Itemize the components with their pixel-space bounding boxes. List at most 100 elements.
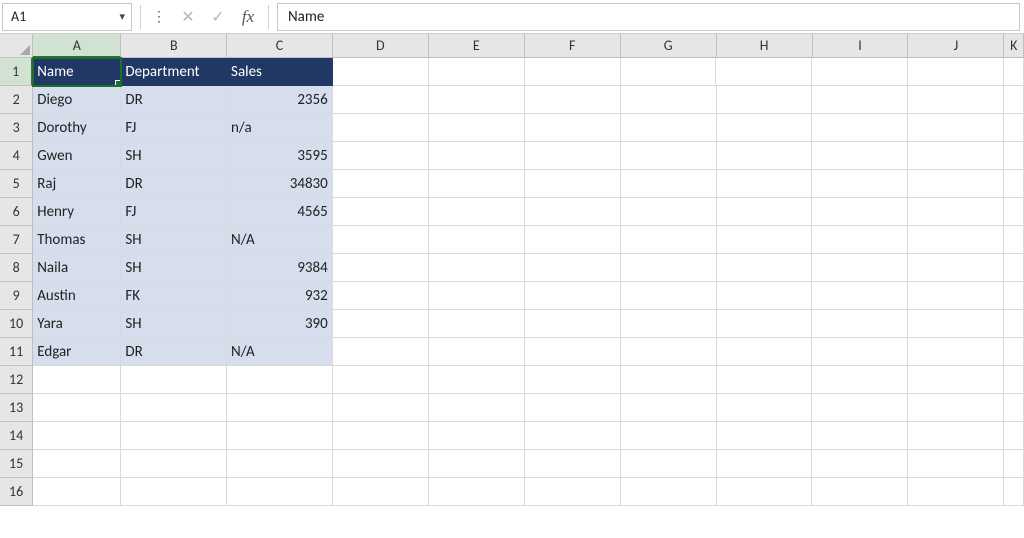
cell-J9[interactable]	[908, 282, 1004, 310]
cell-B10[interactable]: SH	[121, 310, 227, 338]
column-header-C[interactable]: C	[227, 34, 333, 58]
column-header-J[interactable]: J	[908, 34, 1004, 58]
cell-D16[interactable]	[333, 478, 429, 506]
cell-D11[interactable]	[333, 338, 429, 366]
cell-B11[interactable]: DR	[121, 338, 227, 366]
cell-B14[interactable]	[121, 422, 227, 450]
cell-B4[interactable]: SH	[121, 142, 227, 170]
cell-E16[interactable]	[429, 478, 525, 506]
cell-B7[interactable]: SH	[121, 226, 227, 254]
cell-F5[interactable]	[525, 170, 621, 198]
cell-F15[interactable]	[525, 450, 621, 478]
cell-F1[interactable]	[525, 58, 621, 86]
cell-D14[interactable]	[333, 422, 429, 450]
cell-G5[interactable]	[621, 170, 717, 198]
row-header-9[interactable]: 9	[0, 282, 33, 310]
cell-I13[interactable]	[812, 394, 908, 422]
cell-I7[interactable]	[812, 226, 908, 254]
column-header-F[interactable]: F	[525, 34, 621, 58]
cell-K11[interactable]	[1004, 338, 1024, 366]
cell-E5[interactable]	[429, 170, 525, 198]
name-box[interactable]: A1 ▾	[2, 3, 132, 31]
cell-C10[interactable]: 390	[227, 310, 333, 338]
cell-G2[interactable]	[621, 86, 717, 114]
cell-B3[interactable]: FJ	[121, 114, 227, 142]
cell-G8[interactable]	[621, 254, 717, 282]
cell-D6[interactable]	[333, 198, 429, 226]
column-header-I[interactable]: I	[813, 34, 909, 58]
column-header-K[interactable]: K	[1004, 34, 1024, 58]
cell-I15[interactable]	[812, 450, 908, 478]
column-header-H[interactable]: H	[717, 34, 813, 58]
more-icon[interactable]: ⋮	[149, 8, 170, 25]
cell-C9[interactable]: 932	[227, 282, 333, 310]
cell-G12[interactable]	[621, 366, 717, 394]
cell-E10[interactable]	[429, 310, 525, 338]
cell-D4[interactable]	[333, 142, 429, 170]
cancel-icon[interactable]: ✕	[176, 5, 200, 29]
cell-D9[interactable]	[333, 282, 429, 310]
cell-G14[interactable]	[621, 422, 717, 450]
cell-I14[interactable]	[812, 422, 908, 450]
cell-A12[interactable]	[33, 366, 121, 394]
cell-A5[interactable]: Raj	[33, 170, 121, 198]
cell-D10[interactable]	[333, 310, 429, 338]
cell-I9[interactable]	[812, 282, 908, 310]
cell-K13[interactable]	[1004, 394, 1024, 422]
cell-F10[interactable]	[525, 310, 621, 338]
cell-H7[interactable]	[717, 226, 813, 254]
chevron-down-icon[interactable]: ▾	[119, 10, 125, 23]
cell-A15[interactable]	[33, 450, 121, 478]
column-header-A[interactable]: A	[33, 34, 121, 58]
cell-H14[interactable]	[717, 422, 813, 450]
cell-J11[interactable]	[908, 338, 1004, 366]
cell-K4[interactable]	[1004, 142, 1024, 170]
cell-J14[interactable]	[908, 422, 1004, 450]
cell-K10[interactable]	[1004, 310, 1024, 338]
cell-G13[interactable]	[621, 394, 717, 422]
cell-J13[interactable]	[908, 394, 1004, 422]
cell-I11[interactable]	[812, 338, 908, 366]
cell-F8[interactable]	[525, 254, 621, 282]
row-header-14[interactable]: 14	[0, 422, 33, 450]
cell-E8[interactable]	[429, 254, 525, 282]
cell-K15[interactable]	[1004, 450, 1024, 478]
row-header-4[interactable]: 4	[0, 142, 33, 170]
cell-E15[interactable]	[429, 450, 525, 478]
cell-C2[interactable]: 2356	[227, 86, 333, 114]
row-header-8[interactable]: 8	[0, 254, 33, 282]
cell-J2[interactable]	[908, 86, 1004, 114]
cell-F14[interactable]	[525, 422, 621, 450]
cell-C12[interactable]	[227, 366, 333, 394]
cell-C5[interactable]: 34830	[227, 170, 333, 198]
row-header-3[interactable]: 3	[0, 114, 33, 142]
cell-D8[interactable]	[333, 254, 429, 282]
cell-D3[interactable]	[333, 114, 429, 142]
cell-J15[interactable]	[908, 450, 1004, 478]
cell-D12[interactable]	[333, 366, 429, 394]
cell-E12[interactable]	[429, 366, 525, 394]
fx-icon[interactable]: fx	[236, 5, 260, 29]
cell-H16[interactable]	[717, 478, 813, 506]
cell-F7[interactable]	[525, 226, 621, 254]
row-header-10[interactable]: 10	[0, 310, 33, 338]
cell-H13[interactable]	[717, 394, 813, 422]
formula-input[interactable]: Name	[277, 3, 1020, 31]
cell-C14[interactable]	[227, 422, 333, 450]
row-header-1[interactable]: 1	[0, 58, 33, 86]
cell-K2[interactable]	[1004, 86, 1024, 114]
cell-C11[interactable]: N/A	[227, 338, 333, 366]
cell-G3[interactable]	[621, 114, 717, 142]
row-header-15[interactable]: 15	[0, 450, 33, 478]
column-header-G[interactable]: G	[621, 34, 717, 58]
cell-I6[interactable]	[812, 198, 908, 226]
cell-G7[interactable]	[621, 226, 717, 254]
cell-D1[interactable]	[333, 58, 429, 86]
cell-D5[interactable]	[333, 170, 429, 198]
cell-A11[interactable]: Edgar	[33, 338, 121, 366]
cell-E2[interactable]	[429, 86, 525, 114]
cell-I10[interactable]	[812, 310, 908, 338]
cell-K5[interactable]	[1004, 170, 1024, 198]
cell-F16[interactable]	[525, 478, 621, 506]
cell-H11[interactable]	[717, 338, 813, 366]
